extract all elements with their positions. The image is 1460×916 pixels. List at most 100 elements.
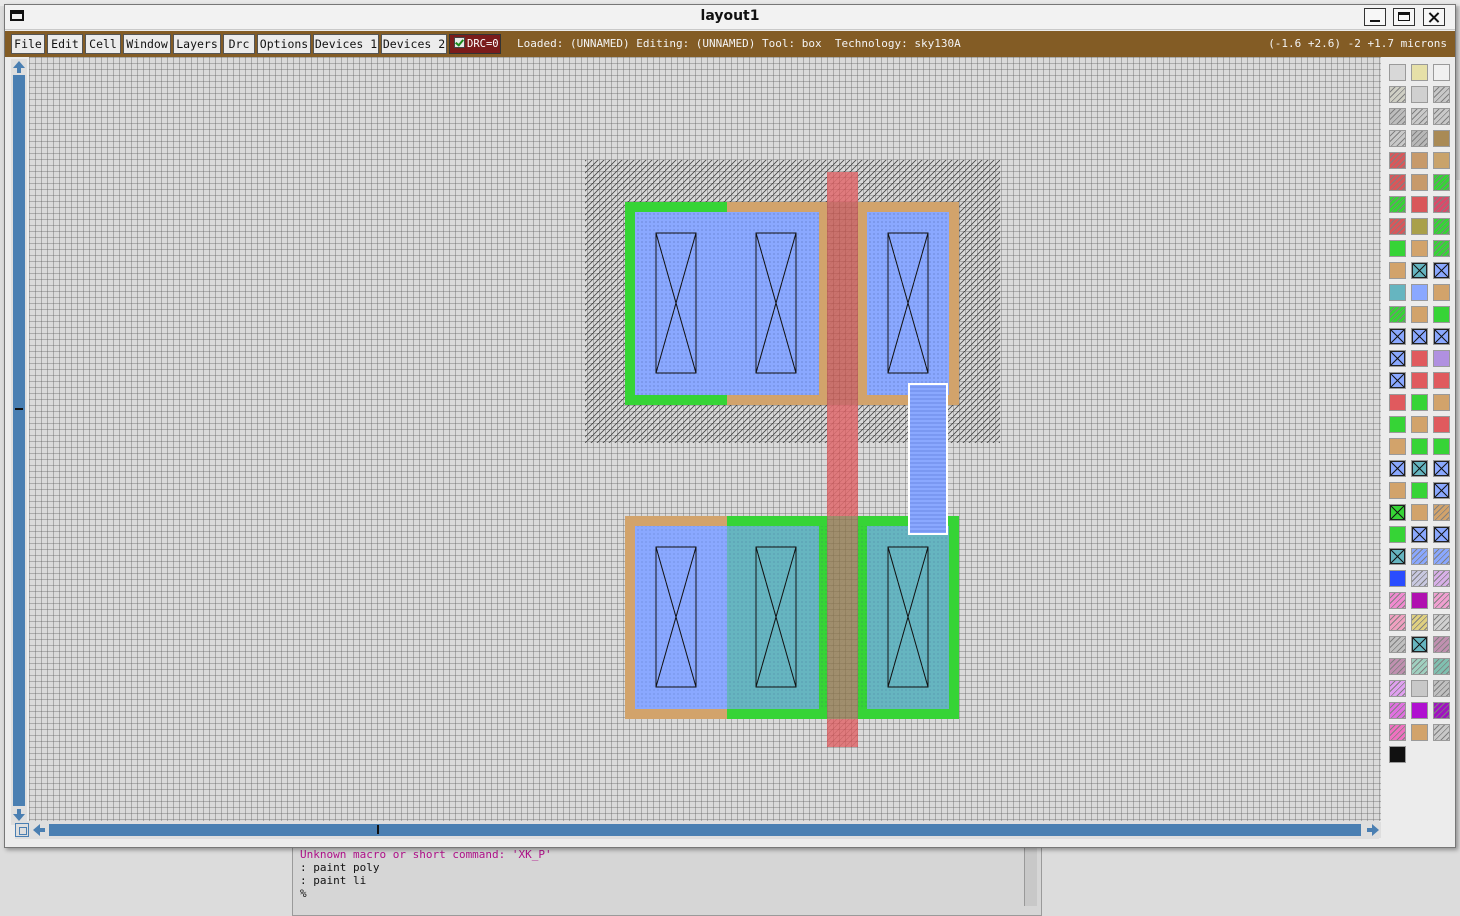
layer-swatch-icon[interactable]	[1433, 218, 1450, 235]
layer-swatch-icon[interactable]	[1389, 218, 1406, 235]
layer-swatch-icon[interactable]	[1433, 328, 1450, 345]
layer-swatch-icon[interactable]	[1433, 460, 1450, 477]
layer-swatch-icon[interactable]	[1389, 658, 1406, 675]
layer-swatch-icon[interactable]	[1433, 548, 1450, 565]
vertical-scrollbar[interactable]	[11, 59, 27, 825]
layer-swatch-icon[interactable]	[1389, 680, 1406, 697]
layer-swatch-icon[interactable]	[1433, 152, 1450, 169]
menu-options[interactable]: Options	[257, 34, 311, 54]
layer-swatch-icon[interactable]	[1411, 680, 1428, 697]
layer-swatch-icon[interactable]	[1389, 746, 1406, 763]
layer-swatch-icon[interactable]	[1411, 262, 1428, 279]
layer-swatch-icon[interactable]	[1389, 108, 1406, 125]
layer-swatch-icon[interactable]	[1433, 658, 1450, 675]
layer-swatch-icon[interactable]	[1433, 130, 1450, 147]
layer-swatch-icon[interactable]	[1389, 152, 1406, 169]
layer-swatch-icon[interactable]	[1411, 372, 1428, 389]
drc-checkbox-icon[interactable]	[454, 37, 465, 48]
menu-drc[interactable]: Drc	[223, 34, 255, 54]
layer-swatch-icon[interactable]	[1433, 108, 1450, 125]
layer-swatch-icon[interactable]	[1433, 306, 1450, 323]
layer-swatch-icon[interactable]	[1411, 592, 1428, 609]
layer-swatch-icon[interactable]	[1389, 350, 1406, 367]
layer-swatch-icon[interactable]	[1433, 262, 1450, 279]
layer-swatch-icon[interactable]	[1389, 86, 1406, 103]
layer-swatch-icon[interactable]	[1389, 636, 1406, 653]
layer-swatch-icon[interactable]	[1411, 416, 1428, 433]
maximize-button[interactable]	[1393, 8, 1415, 26]
horizontal-scroll-thumb[interactable]	[377, 825, 379, 834]
console-prompt[interactable]: %	[300, 887, 552, 900]
scroll-up-icon[interactable]	[11, 59, 27, 75]
layer-swatch-icon[interactable]	[1433, 284, 1450, 301]
menu-window[interactable]: Window	[123, 34, 171, 54]
layer-swatch-icon[interactable]	[1411, 196, 1428, 213]
layer-swatch-icon[interactable]	[1411, 526, 1428, 543]
layer-swatch-icon[interactable]	[1389, 526, 1406, 543]
layer-swatch-icon[interactable]	[1389, 724, 1406, 741]
layer-swatch-icon[interactable]	[1389, 130, 1406, 147]
layer-swatch-icon[interactable]	[1433, 64, 1450, 81]
layer-swatch-icon[interactable]	[1411, 548, 1428, 565]
layer-swatch-icon[interactable]	[1433, 724, 1450, 741]
layer-swatch-icon[interactable]	[1411, 614, 1428, 631]
layer-swatch-icon[interactable]	[1411, 152, 1428, 169]
layer-swatch-icon[interactable]	[1411, 658, 1428, 675]
menu-layers[interactable]: Layers	[173, 34, 221, 54]
layer-swatch-icon[interactable]	[1411, 724, 1428, 741]
layer-swatch-icon[interactable]	[1433, 614, 1450, 631]
layer-swatch-icon[interactable]	[1411, 394, 1428, 411]
layer-swatch-icon[interactable]	[1433, 592, 1450, 609]
horizontal-scrollbar[interactable]	[15, 821, 1381, 839]
layer-swatch-icon[interactable]	[1411, 636, 1428, 653]
layer-swatch-icon[interactable]	[1389, 592, 1406, 609]
layer-swatch-icon[interactable]	[1411, 702, 1428, 719]
scroll-left-icon[interactable]	[31, 822, 47, 838]
layout-canvas[interactable]	[29, 57, 1383, 821]
layer-swatch-icon[interactable]	[1433, 372, 1450, 389]
drc-toggle[interactable]: DRC=0	[449, 34, 501, 54]
horizontal-scroll-track[interactable]	[49, 824, 1361, 836]
layer-swatch-icon[interactable]	[1389, 284, 1406, 301]
layer-swatch-icon[interactable]	[1389, 372, 1406, 389]
layer-swatch-icon[interactable]	[1389, 702, 1406, 719]
layer-swatch-icon[interactable]	[1433, 680, 1450, 697]
layer-swatch-icon[interactable]	[1433, 636, 1450, 653]
layer-swatch-icon[interactable]	[1433, 350, 1450, 367]
layer-swatch-icon[interactable]	[1433, 196, 1450, 213]
layer-swatch-icon[interactable]	[1411, 504, 1428, 521]
layer-swatch-icon[interactable]	[1433, 174, 1450, 191]
layer-swatch-icon[interactable]	[1433, 240, 1450, 257]
layer-swatch-icon[interactable]	[1411, 218, 1428, 235]
layer-swatch-icon[interactable]	[1389, 482, 1406, 499]
layer-swatch-icon[interactable]	[1389, 504, 1406, 521]
layer-swatch-icon[interactable]	[1433, 416, 1450, 433]
layer-swatch-icon[interactable]	[1433, 504, 1450, 521]
layer-swatch-icon[interactable]	[1411, 570, 1428, 587]
layer-swatch-icon[interactable]	[1433, 394, 1450, 411]
vertical-scroll-track[interactable]	[13, 75, 25, 806]
layer-swatch-icon[interactable]	[1433, 86, 1450, 103]
layer-swatch-icon[interactable]	[1411, 460, 1428, 477]
layer-swatch-icon[interactable]	[1389, 416, 1406, 433]
layer-swatch-icon[interactable]	[1389, 262, 1406, 279]
layer-swatch-icon[interactable]	[1433, 702, 1450, 719]
layer-swatch-icon[interactable]	[1389, 614, 1406, 631]
menu-devices-2[interactable]: Devices 2	[381, 34, 447, 54]
layer-swatch-icon[interactable]	[1433, 526, 1450, 543]
tcl-console-window[interactable]: Unknown macro or short command: 'XK_P' :…	[292, 845, 1042, 916]
layer-swatch-icon[interactable]	[1389, 570, 1406, 587]
layer-swatch-icon[interactable]	[1411, 438, 1428, 455]
close-button[interactable]	[1423, 8, 1445, 26]
layer-swatch-icon[interactable]	[1411, 86, 1428, 103]
layer-swatch-icon[interactable]	[1411, 130, 1428, 147]
layer-swatch-icon[interactable]	[1411, 174, 1428, 191]
layer-swatch-icon[interactable]	[1411, 350, 1428, 367]
layer-swatch-icon[interactable]	[1389, 438, 1406, 455]
console-scrollbar[interactable]	[1024, 846, 1037, 906]
layer-swatch-icon[interactable]	[1411, 64, 1428, 81]
minimize-button[interactable]	[1364, 8, 1386, 26]
layer-swatch-icon[interactable]	[1389, 240, 1406, 257]
layer-swatch-icon[interactable]	[1389, 196, 1406, 213]
layer-swatch-icon[interactable]	[1411, 284, 1428, 301]
